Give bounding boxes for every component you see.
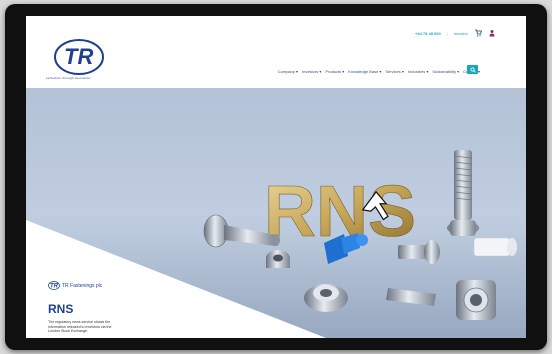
hero-banner: RNS TR TR Fastenings plc RNS The regulat… xyxy=(26,88,526,338)
top-utility-bar: +44 78 48 000 | Investor xyxy=(415,29,496,37)
company-logo-icon: TR xyxy=(48,281,60,290)
nav-item-industries[interactable]: Industries ▾ xyxy=(408,69,428,74)
browser-viewport: TR perfection through innovation +44 78 … xyxy=(26,16,526,338)
phone-number[interactable]: +44 78 48 000 xyxy=(415,31,441,36)
nav-label: Industries xyxy=(407,69,426,74)
divider: | xyxy=(446,30,448,36)
nav-label: Products xyxy=(325,69,342,74)
nav-label: Sustainability xyxy=(432,69,456,74)
nav-item-investors[interactable]: Investors ▾ xyxy=(302,69,321,74)
nav-label: Services xyxy=(385,69,401,74)
cart-icon[interactable] xyxy=(474,29,482,37)
nav-label: Company xyxy=(277,69,295,74)
nav-item-services[interactable]: Services ▾ xyxy=(385,69,403,74)
card-brand-label: TR Fastenings plc xyxy=(62,282,103,289)
nav-label: Knowledge Base xyxy=(348,69,379,74)
nav-item-knowledge-base[interactable]: Knowledge Base ▾ xyxy=(348,69,381,74)
svg-text:TR: TR xyxy=(64,44,93,69)
nav-item-company[interactable]: Company ▾ xyxy=(278,69,298,74)
logo-tagline: perfection through innovation xyxy=(46,76,91,80)
rns-title[interactable]: RNS xyxy=(48,302,73,316)
nav-label: Investors xyxy=(302,69,319,74)
investor-login-link[interactable]: Investor xyxy=(454,31,468,36)
search-button[interactable] xyxy=(467,65,478,74)
user-icon[interactable] xyxy=(488,29,496,37)
main-nav: Company ▾ Investors ▾ Products ▾ Knowled… xyxy=(278,69,480,74)
svg-text:TR: TR xyxy=(50,284,59,290)
search-icon xyxy=(469,66,476,73)
card-brand: TR TR Fastenings plc xyxy=(48,281,102,290)
rns-card: TR TR Fastenings plc RNS The regulatory … xyxy=(26,88,526,338)
nav-item-sustainability[interactable]: Sustainability ▾ xyxy=(432,69,459,74)
nav-item-products[interactable]: Products ▾ xyxy=(325,69,344,74)
company-logo[interactable]: TR xyxy=(53,37,105,77)
site-header: TR perfection through innovation +44 78 … xyxy=(26,16,526,88)
rns-description: The regulatory news service shows the in… xyxy=(48,320,112,334)
